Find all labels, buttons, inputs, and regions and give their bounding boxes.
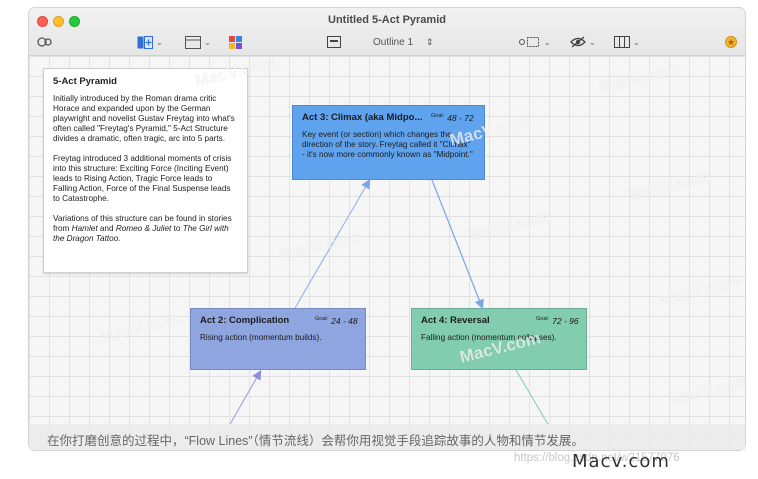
flow-line-act1-to-act2[interactable] — [228, 369, 262, 427]
flow-line-act2-to-act3[interactable] — [294, 178, 371, 309]
eye-icon — [570, 36, 586, 48]
note-paragraph: Variations of this structure can be foun… — [53, 214, 238, 244]
color-button[interactable] — [229, 34, 242, 50]
group-icon — [519, 37, 539, 47]
chevron-down-icon: ⌄ — [589, 37, 596, 47]
caption-text: 在你打磨创意的过程中，“Flow Lines”（情节流线）会帮你用视觉手段追踪故… — [47, 434, 584, 448]
note-paragraph: Freytag introduced 3 additional moments … — [53, 154, 232, 203]
structure-note[interactable]: 5-Act Pyramid Initially introduced by th… — [43, 68, 248, 273]
caption-overlay: 在你打磨创意的过程中，“Flow Lines”（情节流线）会帮你用视觉手段追踪故… — [0, 424, 758, 479]
add-button[interactable]: ⌄ — [137, 34, 163, 50]
caption-watermark: Macv.com — [572, 451, 670, 472]
goal-label: Goal: — [431, 113, 445, 119]
card-act4[interactable]: Act 4: Reversal Goal: 72 - 96 Falling act… — [411, 308, 587, 370]
card-goal: Goal: 48 - 72 — [431, 111, 474, 123]
goal-label: Goal: — [536, 316, 550, 322]
group-button[interactable]: ⌄ — [519, 34, 551, 50]
view-icon — [37, 37, 52, 47]
note-title-ref: Romeo & Juliet — [115, 224, 172, 233]
favorite-button[interactable] — [725, 34, 737, 50]
card-body: Falling action (momentum collapses). — [421, 333, 557, 342]
chevron-down-icon: ⌄ — [633, 37, 640, 47]
color-icon — [229, 35, 242, 49]
card-act2[interactable]: Act 2: Complication Goal: 24 - 48 Rising … — [190, 308, 366, 370]
goal-value: 72 - 96 — [552, 315, 579, 326]
goal-value: 24 - 48 — [331, 315, 358, 326]
title-bar: Untitled 5-Act Pyramid ⌄ ⌄ Outline 1 ⇕ ⌄… — [29, 8, 745, 56]
card-goal: Goal: 72 - 96 — [536, 314, 579, 326]
chevron-down-icon: ⌄ — [544, 37, 551, 47]
note-text: to — [171, 224, 183, 233]
card-goal: Goal: 24 - 48 — [315, 314, 358, 326]
star-icon — [725, 36, 737, 48]
chevron-down-icon: ⌄ — [204, 37, 211, 47]
card-body: Rising action (momentum builds). — [200, 333, 322, 342]
chevron-down-icon: ⌄ — [156, 37, 163, 47]
columns-icon — [614, 36, 630, 48]
note-text: and — [97, 224, 116, 233]
outline-select-value: Outline 1 — [373, 36, 414, 48]
layout-icon — [185, 35, 201, 49]
card-act3[interactable]: Act 3: Climax (aka Midpo... Goal: 48 - 72… — [292, 105, 485, 180]
flow-line-act3-to-act4[interactable] — [431, 179, 484, 310]
story-canvas[interactable]: 5-Act Pyramid Initially introduced by th… — [29, 56, 745, 450]
note-paragraph: Initially introduced by the Roman drama … — [53, 94, 235, 143]
columns-button[interactable]: ⌄ — [614, 34, 640, 50]
outline-icon — [327, 36, 341, 48]
card-body: Key event (or section) which changes the… — [302, 130, 473, 159]
flow-line-act4-to-act5[interactable] — [515, 369, 550, 427]
note-title: 5-Act Pyramid — [53, 76, 117, 87]
outline-toggle-button[interactable] — [327, 34, 341, 50]
window-title: Untitled 5-Act Pyramid — [328, 14, 446, 26]
layout-button[interactable]: ⌄ — [185, 34, 211, 50]
visibility-button[interactable]: ⌄ — [570, 34, 596, 50]
outline-select[interactable]: Outline 1 ⇕ — [355, 34, 445, 50]
stepper-icon: ⇕ — [426, 36, 434, 47]
goal-label: Goal: — [315, 316, 329, 322]
goal-value: 48 - 72 — [447, 112, 474, 123]
view-button[interactable] — [37, 34, 53, 50]
app-window: Untitled 5-Act Pyramid ⌄ ⌄ Outline 1 ⇕ ⌄… — [29, 8, 745, 450]
add-icon — [137, 35, 153, 49]
note-title-ref: Hamlet — [71, 224, 98, 233]
